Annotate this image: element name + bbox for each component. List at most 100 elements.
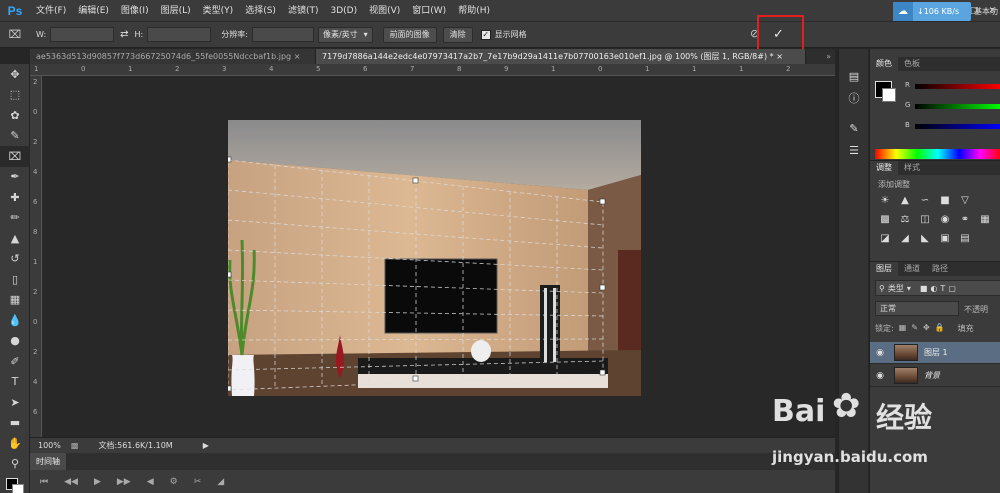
background-color-swatch[interactable] bbox=[12, 484, 24, 493]
zoom-level[interactable]: 100% bbox=[38, 441, 61, 450]
menu-item[interactable]: 文件(F) bbox=[30, 0, 72, 22]
lasso-tool-icon[interactable]: ✿ bbox=[0, 105, 30, 126]
tab-paths[interactable]: 路径 bbox=[926, 262, 954, 276]
tab-color[interactable]: 颜色 bbox=[870, 57, 898, 71]
split-icon[interactable]: ✂ bbox=[194, 477, 202, 487]
layer-row-background[interactable]: ◉ 背景 bbox=[870, 365, 1000, 387]
tab-swatches[interactable]: 色板 bbox=[898, 57, 926, 71]
eyedropper-tool-icon[interactable]: ✒ bbox=[0, 167, 30, 188]
menu-item[interactable]: 图像(I) bbox=[115, 0, 155, 22]
color-lookup-icon[interactable]: ▦ bbox=[978, 212, 992, 226]
g-slider[interactable] bbox=[915, 104, 1000, 109]
menu-item[interactable]: 窗口(W) bbox=[406, 0, 452, 22]
marquee-tool-icon[interactable]: ⬚ bbox=[0, 85, 30, 106]
eye-icon[interactable]: ◉ bbox=[870, 371, 890, 381]
gradient-map-icon[interactable]: ▤ bbox=[958, 231, 972, 245]
lock-move-icon[interactable]: ✥ bbox=[923, 323, 930, 334]
quick-select-tool-icon[interactable]: ✎ bbox=[0, 126, 30, 147]
move-tool-icon[interactable]: ✥ bbox=[0, 64, 30, 85]
tab-close-icon[interactable]: × bbox=[294, 52, 301, 61]
dodge-tool-icon[interactable]: ● bbox=[0, 331, 30, 352]
history-panel-icon[interactable]: ▤ bbox=[839, 65, 869, 87]
blur-tool-icon[interactable]: 💧 bbox=[0, 310, 30, 331]
crop-tool-icon[interactable]: ⌧ bbox=[0, 146, 30, 167]
channel-mixer-icon[interactable]: ⚭ bbox=[958, 212, 972, 226]
posterize-icon[interactable]: ◢ bbox=[898, 231, 912, 245]
stamp-tool-icon[interactable]: ▲ bbox=[0, 228, 30, 249]
hand-tool-icon[interactable]: ✋ bbox=[0, 433, 30, 454]
filter-pixel-icon[interactable]: ■ bbox=[920, 284, 928, 293]
healing-brush-tool-icon[interactable]: ✚ bbox=[0, 187, 30, 208]
tab-channels[interactable]: 通道 bbox=[898, 262, 926, 276]
audio-icon[interactable]: ◀ bbox=[147, 477, 154, 487]
layer-filter[interactable]: ⚲ 类型 ▾ ■ ◐ T ▢ bbox=[875, 280, 1000, 296]
document-image[interactable] bbox=[228, 120, 641, 396]
unit-select[interactable]: 像素/英寸 ▾ bbox=[317, 26, 373, 43]
play-icon[interactable]: ▶ bbox=[94, 477, 101, 487]
tab-styles[interactable]: 样式 bbox=[898, 161, 926, 175]
menu-item[interactable]: 类型(Y) bbox=[197, 0, 240, 22]
status-menu-arrow-icon[interactable]: ▶ bbox=[203, 441, 209, 450]
gradient-tool-icon[interactable]: ▦ bbox=[0, 290, 30, 311]
exposure-icon[interactable]: ■ bbox=[938, 193, 952, 207]
menu-item[interactable]: 编辑(E) bbox=[72, 0, 115, 22]
menu-item[interactable]: 视图(V) bbox=[363, 0, 406, 22]
canvas-area[interactable] bbox=[42, 77, 835, 437]
lock-paint-icon[interactable]: ✎ bbox=[911, 323, 918, 334]
settings-icon[interactable]: ⚙ bbox=[170, 477, 178, 487]
brush-panel-icon[interactable]: ✎ bbox=[839, 117, 869, 139]
blend-mode-select[interactable]: 正常 bbox=[875, 301, 959, 316]
first-frame-icon[interactable]: ⏮ bbox=[40, 477, 48, 487]
color-spectrum[interactable] bbox=[875, 149, 1000, 159]
transition-icon[interactable]: ◢ bbox=[217, 477, 224, 487]
color-panel-background[interactable] bbox=[882, 88, 896, 102]
prev-frame-icon[interactable]: ◀◀ bbox=[64, 477, 78, 487]
history-brush-tool-icon[interactable]: ↺ bbox=[0, 249, 30, 270]
lock-transparent-icon[interactable]: ▦ bbox=[899, 323, 907, 334]
type-tool-icon[interactable]: T bbox=[0, 372, 30, 393]
menu-item[interactable]: 选择(S) bbox=[239, 0, 282, 22]
tabs-overflow-icon[interactable]: » bbox=[806, 49, 835, 64]
menu-item[interactable]: 帮助(H) bbox=[452, 0, 496, 22]
b-slider[interactable] bbox=[915, 124, 1000, 129]
tab-close-icon[interactable]: × bbox=[776, 52, 783, 61]
curves-icon[interactable]: ∽ bbox=[918, 193, 932, 207]
zoom-tool-icon[interactable]: ⚲ bbox=[0, 454, 30, 475]
layer-row-1[interactable]: ◉ 图层 1 bbox=[870, 342, 1000, 364]
filter-type-icon[interactable]: T bbox=[940, 284, 945, 293]
menu-item[interactable]: 图层(L) bbox=[155, 0, 197, 22]
pen-tool-icon[interactable]: ✐ bbox=[0, 351, 30, 372]
next-frame-icon[interactable]: ▶▶ bbox=[117, 477, 131, 487]
invert-icon[interactable]: ◪ bbox=[878, 231, 892, 245]
tab-document-2[interactable]: 7179d7886a144e2edc4e07973417a2b7_7e17b9d… bbox=[316, 49, 806, 64]
color-swatches[interactable] bbox=[0, 474, 30, 493]
photo-filter-icon[interactable]: ◉ bbox=[938, 212, 952, 226]
threshold-icon[interactable]: ◣ bbox=[918, 231, 932, 245]
tab-timeline[interactable]: 时间轴 bbox=[30, 453, 66, 470]
crop-tool-preset-icon[interactable]: ⌧ bbox=[0, 28, 30, 41]
black-white-icon[interactable]: ◫ bbox=[918, 212, 932, 226]
properties-panel-icon[interactable]: ⓘ bbox=[839, 87, 869, 109]
hue-saturation-icon[interactable]: ▩ bbox=[878, 212, 892, 226]
r-slider[interactable] bbox=[915, 84, 1000, 89]
height-input[interactable] bbox=[147, 27, 212, 42]
lock-all-icon[interactable]: 🔒 bbox=[935, 323, 945, 334]
menu-item[interactable]: 3D(D) bbox=[324, 0, 363, 22]
show-grid-checkbox[interactable]: ✓ bbox=[480, 29, 491, 40]
swap-icon[interactable]: ⇄ bbox=[120, 29, 128, 40]
rectangle-tool-icon[interactable]: ▬ bbox=[0, 413, 30, 434]
brush-tool-icon[interactable]: ✏ bbox=[0, 208, 30, 229]
menu-item[interactable]: 滤镜(T) bbox=[282, 0, 325, 22]
tool-presets-icon[interactable]: ☰ bbox=[839, 139, 869, 161]
workspace-switcher[interactable]: 基本功 bbox=[974, 6, 998, 17]
width-input[interactable] bbox=[50, 27, 115, 42]
resolution-input[interactable] bbox=[251, 27, 314, 42]
front-image-button[interactable]: 前面的图像 bbox=[382, 26, 437, 43]
levels-icon[interactable]: ▲ bbox=[898, 193, 912, 207]
brightness-icon[interactable]: ☀ bbox=[878, 193, 892, 207]
tab-layers[interactable]: 图层 bbox=[870, 262, 898, 276]
filter-shape-icon[interactable]: ▢ bbox=[948, 284, 956, 293]
selective-color-icon[interactable]: ▣ bbox=[938, 231, 952, 245]
vibrance-icon[interactable]: ▽ bbox=[958, 193, 972, 207]
tab-document-1[interactable]: ae5363d513d90857f773d66725074d6_55fe0055… bbox=[30, 49, 316, 64]
